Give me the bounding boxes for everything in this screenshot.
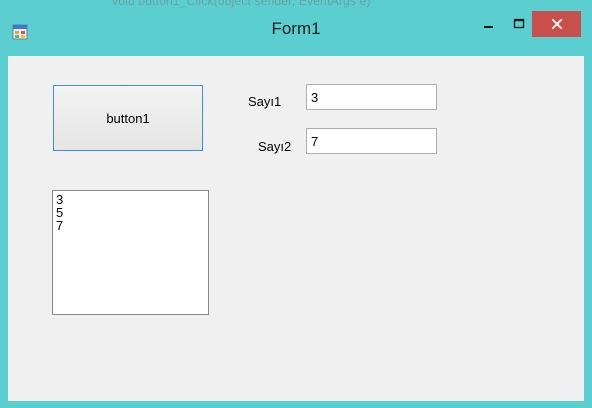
maximize-icon [513, 18, 525, 29]
form1-window: void button1_Click(object sender, EventA… [0, 0, 592, 408]
maximize-button[interactable] [506, 11, 532, 37]
close-button[interactable] [532, 11, 581, 37]
button1[interactable]: button1 [53, 85, 203, 151]
minimize-button[interactable] [472, 11, 506, 37]
list-item[interactable]: 3 [56, 193, 205, 206]
sayi2-label: Sayı2 [258, 139, 292, 154]
background-code-text: void button1_Click(object sender, EventA… [112, 0, 371, 8]
minimize-icon [484, 26, 493, 28]
title-bar[interactable]: void button1_Click(object sender, EventA… [0, 0, 592, 56]
sayi1-input[interactable] [306, 84, 437, 110]
list-item[interactable]: 7 [56, 219, 205, 232]
close-icon [551, 18, 562, 30]
form-client-area: button1 Sayı1 Sayı2 3 5 7 [8, 56, 584, 401]
sayi1-label: Sayı1 [248, 94, 282, 109]
list-item[interactable]: 5 [56, 206, 205, 219]
result-listbox[interactable]: 3 5 7 [52, 190, 209, 315]
sayi2-input[interactable] [306, 128, 437, 154]
